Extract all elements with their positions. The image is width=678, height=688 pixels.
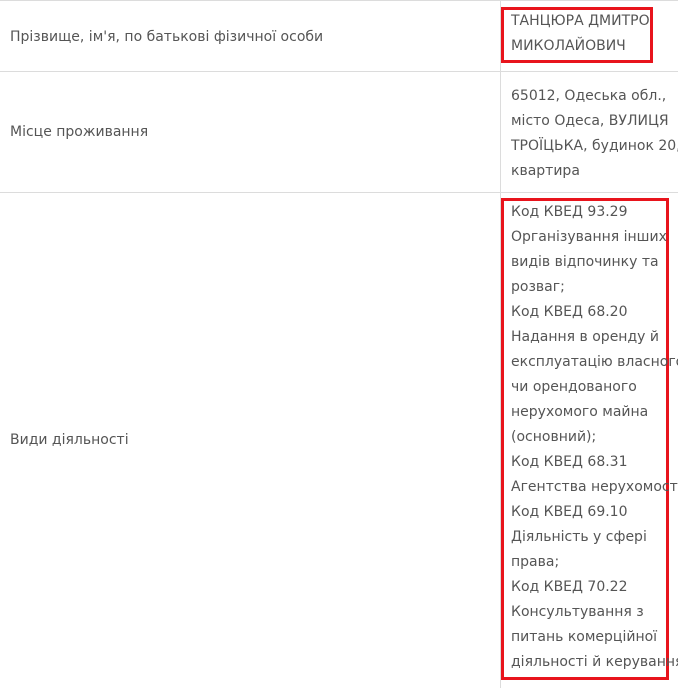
name-highlight-box [501,7,653,63]
activities-line: (основний); [511,429,597,445]
activities-line: нерухомого майна [511,404,649,420]
activities-line: Діяльність у сфері [511,529,647,545]
address-value-line: місто Одеса, ВУЛИЦЯ [511,113,669,129]
activities-line: чи орендованого [511,379,637,395]
table-row-address: Місце проживання 65012, Одеська обл., мі… [0,71,678,193]
activities-line: Код КВЕД 93.29 [511,204,628,220]
activities-line: Код КВЕД 70.22 [511,579,628,595]
activities-line: питань комерційної [511,629,658,645]
activities-line: діяльності й керування [511,654,678,670]
activities-line: Агентства нерухомості; [511,479,678,495]
address-value-line: квартира [511,163,580,179]
activities-line: експлуатацію власного [511,354,678,370]
activities-line: Консультування з [511,604,644,620]
address-value: 65012, Одеська обл., місто Одеса, ВУЛИЦЯ… [511,84,678,184]
activities-line: видів відпочинку та [511,254,659,270]
activities-line: розваг; [511,279,565,295]
activities-line: Надання в оренду й [511,329,659,345]
name-label: Прізвище, ім'я, по батькові фізичної осо… [10,29,324,45]
address-value-line: 65012, Одеська обл., [511,88,667,104]
address-value-line: ТРОЇЦЬКА, будинок 20, [511,138,678,154]
address-label: Місце проживання [10,124,149,140]
table-row-name: Прізвище, ім'я, по батькові фізичної осо… [0,0,678,72]
activities-value: Код КВЕД 93.29 Організування інших видів… [511,200,678,675]
activities-line: права; [511,554,560,570]
activities-line: Код КВЕД 68.20 [511,304,628,320]
activities-line: Організування інших [511,229,667,245]
activities-line: Код КВЕД 68.31 [511,454,628,470]
registry-table: Прізвище, ім'я, по батькові фізичної осо… [0,0,678,688]
activities-line: Код КВЕД 69.10 [511,504,628,520]
activities-label: Види діяльності [10,432,129,448]
